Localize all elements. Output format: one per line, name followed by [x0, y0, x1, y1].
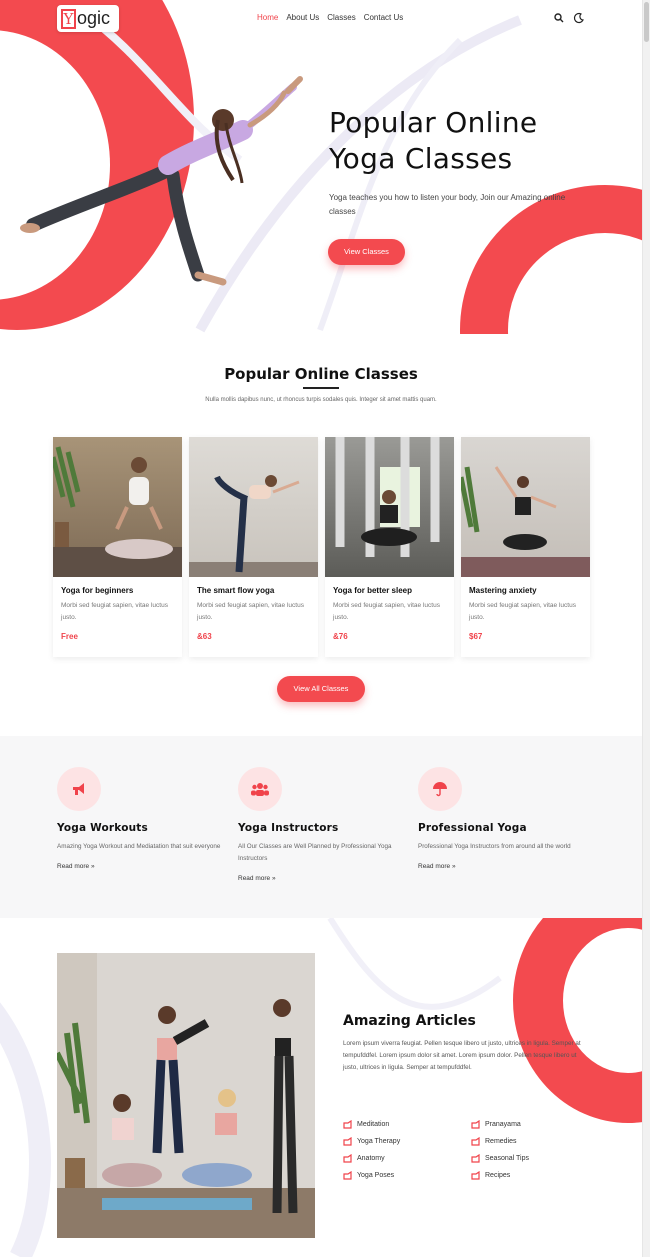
article-link-seasonal-tips[interactable]: Seasonal Tips	[471, 1150, 529, 1167]
article-link-anatomy[interactable]: Anatomy	[343, 1150, 400, 1167]
site-header: Y ogic Home About Us Classes Contact Us	[0, 0, 642, 36]
nav-home[interactable]: Home	[257, 13, 278, 22]
logo-mark: Y	[61, 8, 76, 29]
nav-classes[interactable]: Classes	[327, 13, 355, 22]
class-card[interactable]: Yoga for beginners Morbi sed feugiat sap…	[53, 437, 182, 657]
moon-icon[interactable]	[573, 11, 585, 24]
class-card-title: Yoga for beginners	[61, 586, 134, 595]
class-card-title: Yoga for better sleep	[333, 586, 412, 595]
group-icon	[238, 767, 282, 811]
class-card-price: Free	[61, 632, 78, 641]
article-link-label: Yoga Therapy	[357, 1138, 401, 1145]
articles-title: Amazing Articles	[343, 1013, 476, 1029]
feature-yoga-instructors: Yoga Instructors All Our Classes are Wel…	[238, 767, 408, 882]
articles-section: Amazing Articles Lorem ipsum viverra feu…	[0, 918, 642, 1257]
logo[interactable]: Y ogic	[57, 5, 119, 32]
article-link-label: Seasonal Tips	[485, 1155, 529, 1162]
features-section: Yoga Workouts Amazing Yoga Workout and M…	[0, 736, 642, 918]
read-more-link[interactable]: Read more »	[238, 875, 408, 882]
class-card-price: &76	[333, 632, 348, 641]
class-card-description: Morbi sed feugiat sapien, vitae luctus j…	[197, 602, 304, 621]
class-cards: Yoga for beginners Morbi sed feugiat sap…	[53, 437, 590, 657]
feature-title: Yoga Instructors	[238, 822, 339, 834]
article-link-yoga-therapy[interactable]: Yoga Therapy	[343, 1133, 400, 1150]
scrollbar-thumb[interactable]	[644, 2, 649, 42]
yoga-woman-figure	[20, 76, 303, 286]
article-link-yoga-poses[interactable]: Yoga Poses	[343, 1167, 400, 1184]
articles-list-left: Meditation Yoga Therapy Anatomy Yoga Pos…	[343, 1116, 400, 1184]
read-more-link[interactable]: Read more »	[57, 863, 227, 870]
hand-point-icon	[343, 1153, 352, 1163]
class-card-image	[325, 437, 454, 577]
class-card-description: Morbi sed feugiat sapien, vitae luctus j…	[333, 602, 440, 621]
class-card-title: The smart flow yoga	[197, 586, 275, 595]
article-link-remedies[interactable]: Remedies	[471, 1133, 529, 1150]
class-card-description: Morbi sed feugiat sapien, vitae luctus j…	[61, 602, 168, 621]
hand-point-icon	[471, 1119, 480, 1129]
feature-description: Professional Yoga Instructors from aroun…	[418, 843, 571, 850]
feature-title: Yoga Workouts	[57, 822, 148, 834]
feature-description: Amazing Yoga Workout and Mediatation tha…	[57, 843, 221, 850]
title-underline	[303, 387, 339, 389]
articles-red-ring	[513, 918, 642, 1123]
hand-point-icon	[343, 1170, 352, 1180]
articles-description: Lorem ipsum viverra feugiat. Pellen tesq…	[343, 1040, 581, 1071]
hand-point-icon	[471, 1170, 480, 1180]
article-link-label: Yoga Poses	[357, 1172, 395, 1179]
article-link-pranayama[interactable]: Pranayama	[471, 1116, 529, 1133]
feature-title: Professional Yoga	[418, 822, 527, 834]
feature-professional-yoga: Professional Yoga Professional Yoga Inst…	[418, 767, 588, 870]
class-card[interactable]: Mastering anxiety Morbi sed feugiat sapi…	[461, 437, 590, 657]
hand-point-icon	[471, 1153, 480, 1163]
hand-point-icon	[471, 1136, 480, 1146]
view-classes-button[interactable]: View Classes	[328, 239, 405, 265]
classes-section-description: Nulla mollis dapibus nunc, ut rhoncus tu…	[205, 397, 437, 403]
class-card-image	[189, 437, 318, 577]
hero-subtitle: Yoga teaches you how to listen your body…	[329, 193, 566, 216]
hero-section: Popular Online Yoga Classes Yoga teaches…	[0, 0, 642, 334]
class-card[interactable]: The smart flow yoga Morbi sed feugiat sa…	[189, 437, 318, 657]
page: Popular Online Yoga Classes Yoga teaches…	[0, 0, 650, 1257]
articles-list-right: Pranayama Remedies Seasonal Tips Recipes	[471, 1116, 529, 1184]
class-card-description: Morbi sed feugiat sapien, vitae luctus j…	[469, 602, 576, 621]
classes-section-title: Popular Online Classes	[224, 365, 418, 383]
hero-title: Popular Online Yoga Classes	[329, 105, 537, 177]
search-icon[interactable]	[553, 11, 565, 23]
view-all-classes-button[interactable]: View All Classes	[277, 676, 365, 702]
nav-contact-us[interactable]: Contact Us	[364, 13, 404, 22]
article-link-label: Remedies	[485, 1138, 517, 1145]
main-nav: Home About Us Classes Contact Us	[257, 13, 403, 22]
feature-description: All Our Classes are Well Planned by Prof…	[238, 843, 392, 862]
article-link-meditation[interactable]: Meditation	[343, 1116, 400, 1133]
article-link-label: Recipes	[485, 1172, 511, 1179]
nav-about-us[interactable]: About Us	[286, 13, 319, 22]
logo-text: ogic	[77, 8, 111, 28]
read-more-link[interactable]: Read more »	[418, 863, 588, 870]
class-card[interactable]: Yoga for better sleep Morbi sed feugiat …	[325, 437, 454, 657]
umbrella-icon	[418, 767, 462, 811]
megaphone-icon	[57, 767, 101, 811]
scrollbar[interactable]	[642, 0, 650, 1257]
hero-title-line1: Popular Online	[329, 106, 538, 139]
class-card-price: $67	[469, 632, 483, 641]
class-card-image	[461, 437, 590, 577]
hand-point-icon	[343, 1136, 352, 1146]
article-link-label: Meditation	[357, 1121, 390, 1128]
article-link-recipes[interactable]: Recipes	[471, 1167, 529, 1184]
hero-title-line2: Yoga Classes	[329, 142, 513, 175]
hand-point-icon	[343, 1119, 352, 1129]
class-card-image	[53, 437, 182, 577]
article-link-label: Pranayama	[485, 1121, 521, 1128]
feature-yoga-workouts: Yoga Workouts Amazing Yoga Workout and M…	[57, 767, 227, 870]
class-card-price: &63	[197, 632, 212, 641]
article-link-label: Anatomy	[357, 1155, 385, 1162]
articles-image	[57, 953, 315, 1238]
class-card-title: Mastering anxiety	[469, 586, 537, 595]
